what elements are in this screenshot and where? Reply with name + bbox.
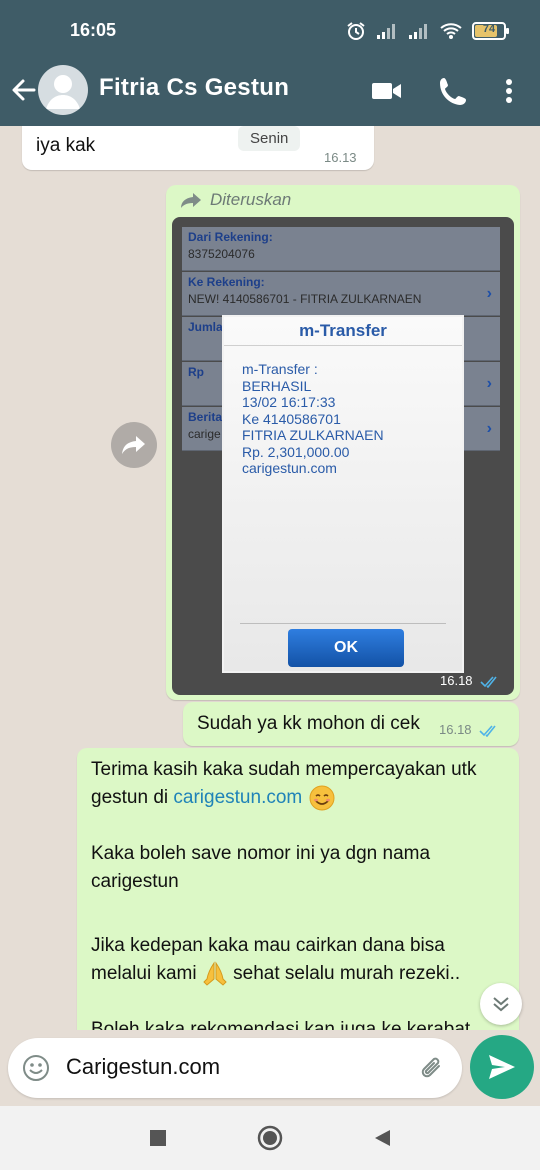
avatar-icon — [46, 75, 80, 109]
send-icon — [489, 1055, 515, 1079]
dialog-body: m-Transfer : BERHASIL 13/02 16:17:33 Ke … — [242, 361, 384, 477]
dialog-line: Rp. 2,301,000.00 — [242, 443, 350, 460]
transfer-dialog: m-Transfer m-Transfer : BERHASIL 13/02 1… — [222, 315, 464, 673]
emoji-icon[interactable] — [22, 1054, 50, 1082]
message-time: 16.18 — [439, 722, 499, 737]
chevron-right-icon: › — [486, 420, 492, 437]
transfer-screenshot[interactable]: Dari Rekening: 8375204076 Ke Rekening: N… — [172, 217, 514, 695]
message-line: melalui kami sehat selalu murah rezeki.. — [91, 960, 460, 988]
ok-button: OK — [288, 629, 404, 667]
double-check-icon — [479, 725, 496, 737]
phone-icon[interactable] — [436, 74, 470, 108]
double-check-icon — [480, 676, 497, 688]
share-button[interactable] — [111, 422, 157, 468]
dialog-line: FITRIA ZULKARNAEN — [242, 427, 384, 443]
forward-icon — [181, 193, 201, 208]
home-icon[interactable] — [257, 1125, 283, 1151]
wifi-icon — [440, 23, 462, 39]
row-value: 8375204076 — [188, 247, 255, 261]
dialog-line: m-Transfer : — [242, 361, 318, 377]
more-icon[interactable] — [492, 74, 526, 108]
share-icon — [122, 436, 145, 454]
status-icons: 74 — [346, 20, 509, 42]
back-arrow-icon[interactable] — [8, 74, 40, 106]
status-bar: 16:05 74 — [0, 0, 540, 58]
message-text: iya kak — [36, 135, 96, 156]
system-nav-bar — [0, 1106, 540, 1170]
message-text: Sudah ya kk mohon di cek — [197, 713, 420, 734]
chevron-right-icon: › — [486, 285, 492, 302]
chat-header: Fitria Cs Gestun — [0, 58, 540, 126]
message-line: Terima kasih kaka sudah mempercayakan ut… — [91, 759, 477, 780]
message-line: carigestun — [91, 871, 179, 892]
row-label: Ke Rekening: — [188, 275, 265, 289]
dialog-line: 13/02 16:17:33 — [242, 394, 336, 410]
dialog-line: carigestun.com — [242, 460, 337, 476]
row-label: Dari Rekening: — [188, 230, 273, 244]
forwarded-indicator: Diteruskan — [180, 190, 291, 210]
smiling-face-icon — [309, 785, 335, 811]
form-row: Ke Rekening: NEW! 4140586701 - FITRIA ZU… — [182, 272, 500, 316]
message-line: Kaka boleh save nomor ini ya dgn nama — [91, 843, 431, 864]
message-input-bar[interactable]: Carigestun.com — [8, 1038, 462, 1098]
form-row: Dari Rekening: 8375204076 — [182, 227, 500, 271]
attach-icon[interactable] — [418, 1054, 448, 1084]
dialog-title: m-Transfer — [299, 321, 387, 340]
battery-level: 74 — [482, 23, 496, 35]
message-link[interactable]: carigestun.com — [173, 787, 302, 808]
message-line: Jika kedepan kaka mau cairkan dana bisa — [91, 935, 445, 956]
forwarded-image-message[interactable]: Diteruskan Dari Rekening: 8375204076 Ke … — [166, 185, 520, 700]
video-call-icon[interactable] — [370, 74, 404, 108]
avatar[interactable] — [38, 65, 88, 115]
row-value: NEW! 4140586701 - FITRIA ZULKARNAEN — [188, 292, 422, 306]
scroll-down-button[interactable] — [480, 983, 522, 1025]
battery-icon: 74 — [472, 22, 509, 40]
contact-name[interactable]: Fitria Cs Gestun — [99, 74, 289, 102]
quick-reply-chip[interactable]: Senin — [238, 126, 301, 151]
message-time: 16.18 — [440, 673, 500, 688]
folded-hands-icon — [203, 961, 227, 986]
message-line: Boleh kaka rekomendasi kan juga ke kerab… — [91, 1019, 471, 1030]
status-time: 16:05 — [70, 20, 117, 40]
dialog-line: BERHASIL — [242, 377, 312, 394]
recents-icon[interactable] — [148, 1128, 168, 1148]
dialog-line: Ke 4140586701 — [242, 410, 341, 427]
alarm-icon — [347, 22, 365, 40]
message-input[interactable]: Carigestun.com — [66, 1054, 220, 1080]
back-icon[interactable] — [372, 1128, 392, 1148]
message-line: gestun di carigestun.com — [91, 784, 336, 812]
signal-icon — [377, 24, 395, 39]
forwarded-label: Diteruskan — [210, 190, 292, 209]
incoming-message[interactable]: iya kak Senin 16.13 — [22, 126, 374, 170]
outgoing-message[interactable]: Sudah ya kk mohon di cek 16.18 — [183, 702, 519, 746]
chevron-right-icon: › — [486, 375, 492, 392]
signal-icon-2 — [409, 24, 427, 39]
send-button[interactable] — [470, 1035, 534, 1099]
message-time: 16.13 — [324, 150, 357, 165]
outgoing-message[interactable]: Terima kasih kaka sudah mempercayakan ut… — [77, 748, 519, 1030]
chat-area[interactable]: iya kak Senin 16.13 Diteruskan Dari Reke… — [0, 126, 540, 1030]
chevron-down-icon — [493, 997, 509, 1012]
